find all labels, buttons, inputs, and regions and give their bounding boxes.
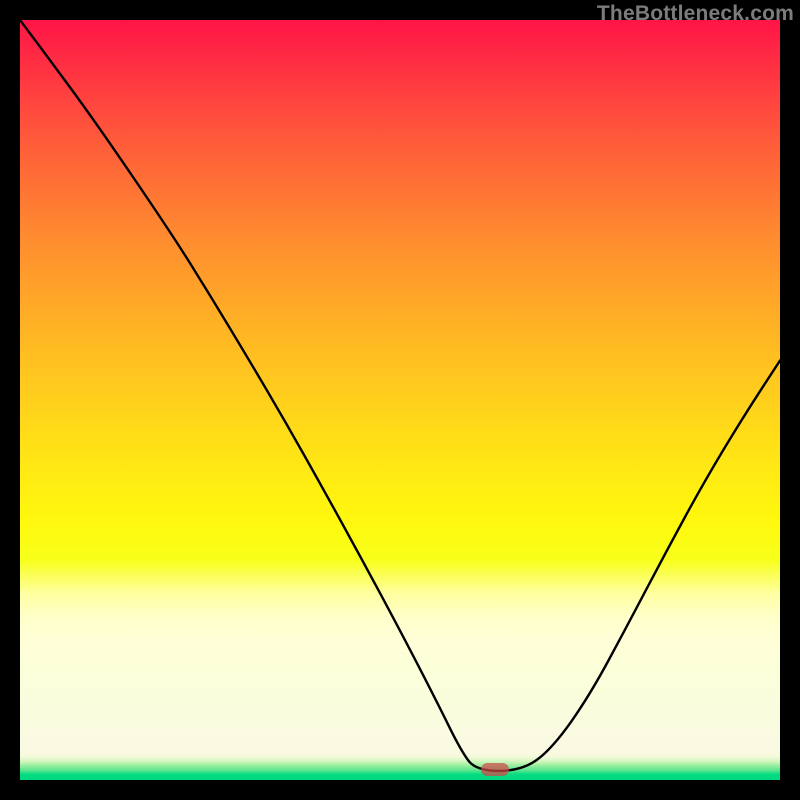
optimal-marker: [481, 763, 509, 776]
chart-container: TheBottleneck.com: [0, 0, 800, 800]
plot-area: [20, 20, 780, 780]
watermark-text: TheBottleneck.com: [597, 2, 794, 26]
bottleneck-curve: [20, 20, 780, 780]
